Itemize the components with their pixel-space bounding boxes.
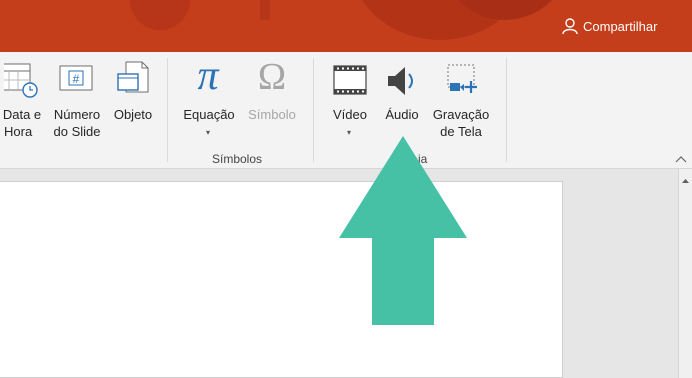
background-decoration <box>130 0 190 30</box>
slide-number-icon: # <box>59 65 93 91</box>
equation-button[interactable]: Equação <box>178 106 240 123</box>
date-time-label-2: Hora <box>4 124 33 139</box>
screen-recording-label-1: Gravação <box>432 107 490 122</box>
object-icon <box>117 61 149 93</box>
up-arrow-shape <box>339 136 467 325</box>
object-button[interactable]: Objeto <box>108 106 158 123</box>
slide-number-button[interactable]: Número do Slide <box>48 106 106 140</box>
film-icon <box>333 65 367 95</box>
group-separator <box>167 58 168 162</box>
symbol-label: Símbolo <box>248 107 296 122</box>
person-icon <box>562 18 578 35</box>
pi-icon: π <box>197 53 219 99</box>
audio-button[interactable]: Áudio <box>378 106 426 123</box>
share-label: Compartilhar <box>583 18 658 34</box>
equation-label: Equação <box>183 107 235 122</box>
vertical-scrollbar[interactable] <box>678 169 692 378</box>
symbols-group-label: Símbolos <box>212 152 263 166</box>
screen-recording-button[interactable]: Gravação de Tela <box>428 106 494 140</box>
pointer-arrow-overlay <box>339 136 467 325</box>
scroll-up-icon[interactable] <box>679 175 692 187</box>
speaker-icon <box>388 67 413 95</box>
collapse-ribbon-icon[interactable] <box>674 154 688 164</box>
date-time-button[interactable]: Data e Hora <box>0 106 48 140</box>
omega-icon: Ω <box>257 56 287 98</box>
audio-label: Áudio <box>385 107 419 122</box>
background-decoration <box>260 0 270 20</box>
share-button[interactable]: Compartilhar <box>547 0 692 52</box>
group-separator <box>506 58 507 162</box>
slide-number-label-1: Número <box>53 107 101 122</box>
date-time-label-1: Data e <box>2 107 42 122</box>
symbol-button[interactable]: Símbolo <box>240 106 304 123</box>
screen-recording-icon <box>447 64 477 93</box>
group-separator <box>313 58 314 162</box>
object-label: Objeto <box>113 107 153 122</box>
calendar-clock-icon <box>4 63 38 98</box>
equation-dropdown-caret[interactable]: ▾ <box>206 128 210 137</box>
video-label: Vídeo <box>333 107 367 122</box>
svg-text:#: # <box>73 72 80 86</box>
slide-canvas[interactable] <box>0 181 563 378</box>
slide-number-label-2: do Slide <box>53 124 101 139</box>
video-button[interactable]: Vídeo <box>326 106 374 123</box>
title-bar: Compartilhar <box>0 0 692 52</box>
